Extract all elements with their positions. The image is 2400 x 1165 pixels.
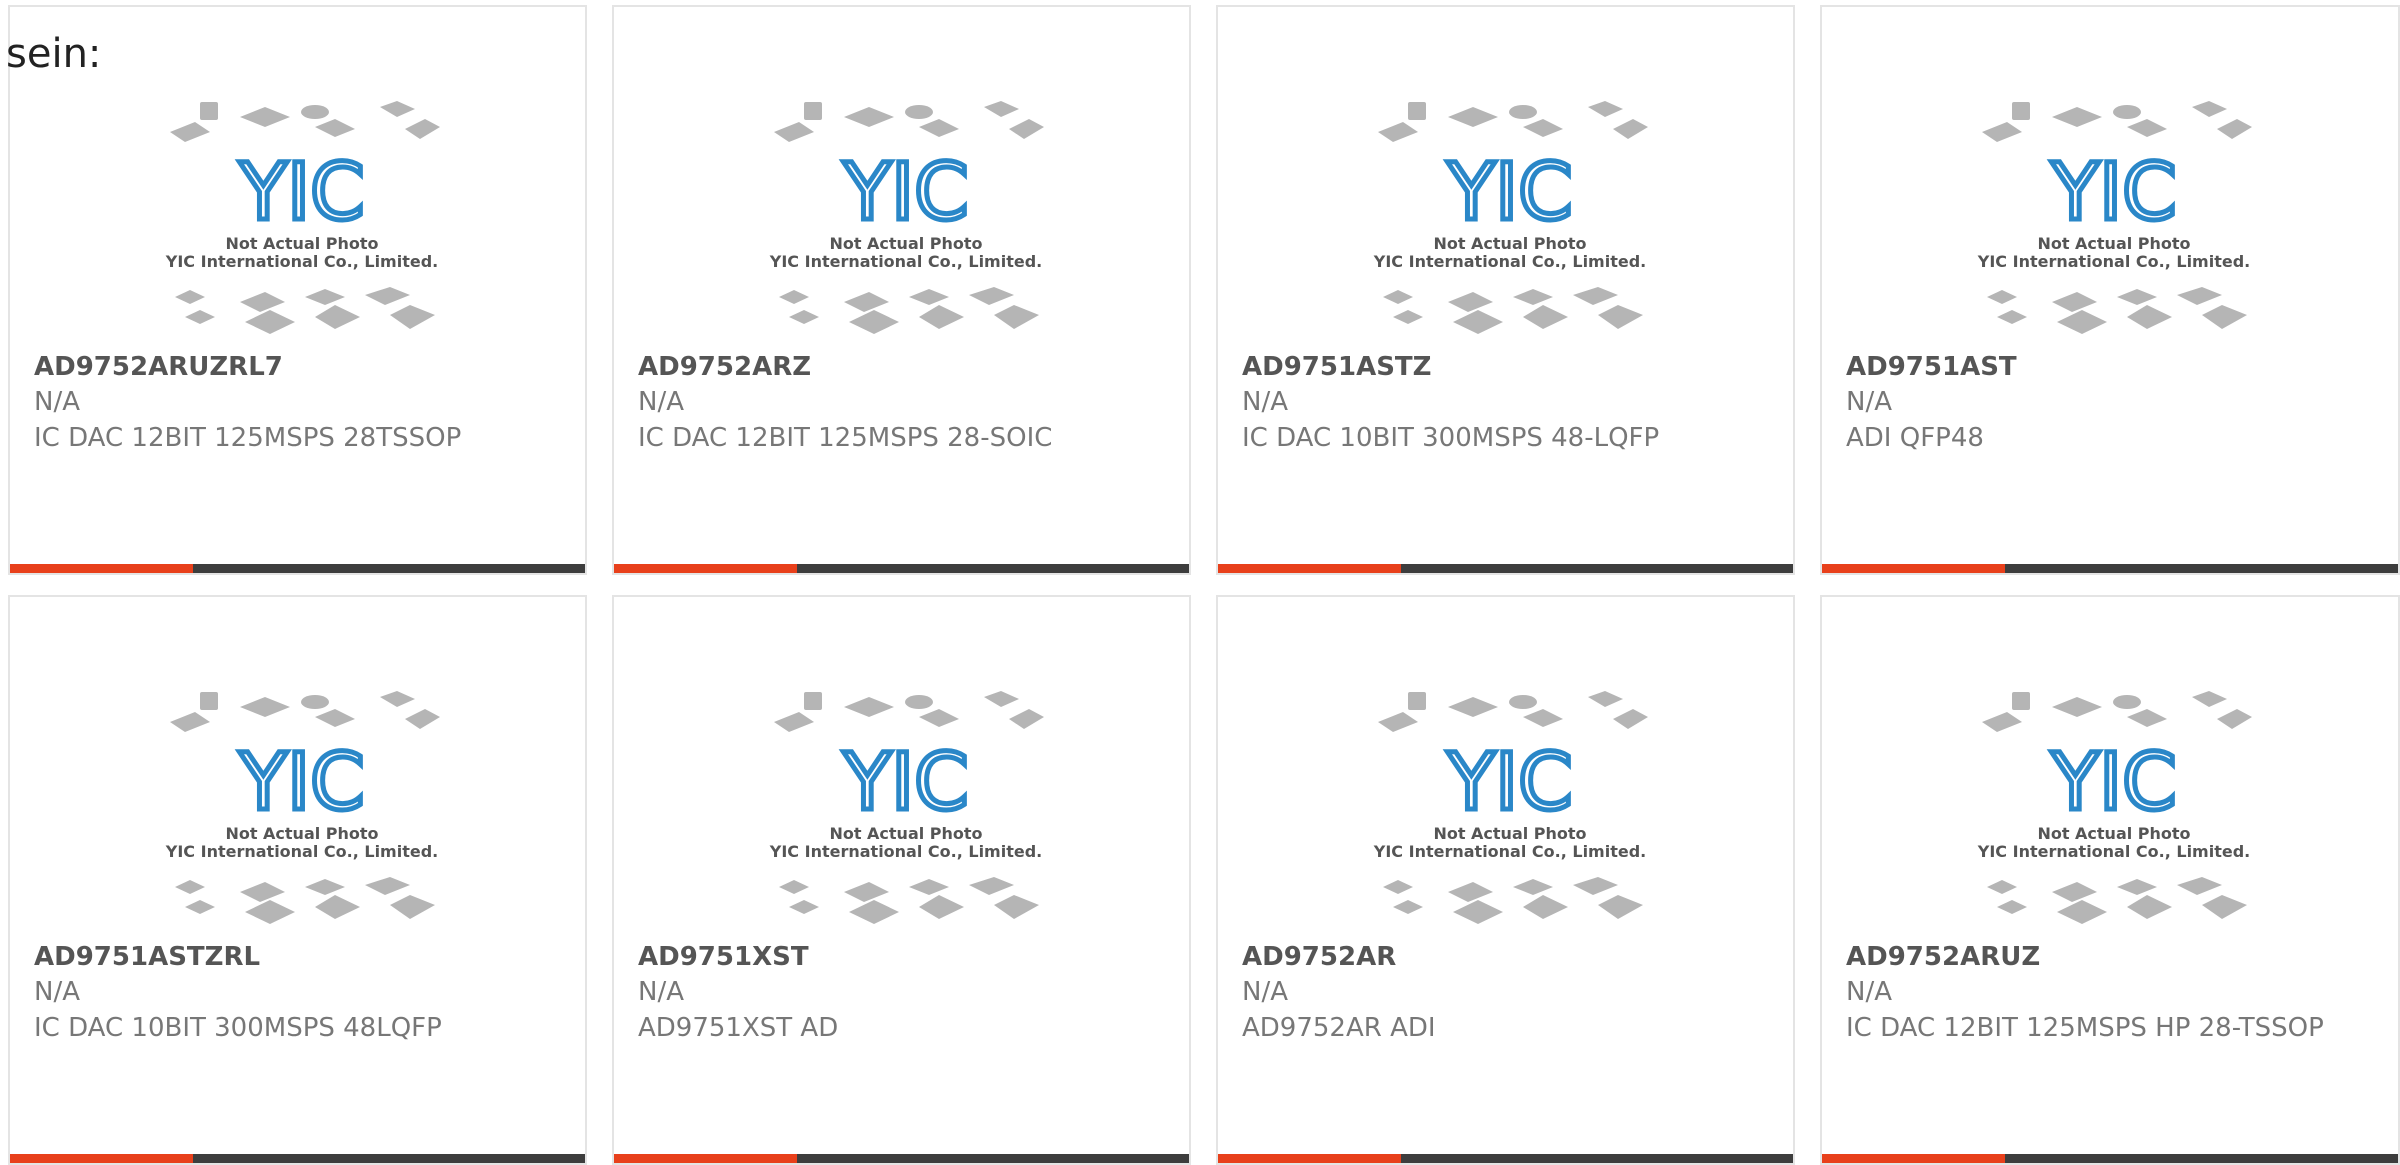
svg-text:YIC: YIC — [2050, 148, 2176, 238]
card-accent-bar — [1218, 564, 1401, 573]
placeholder-image[interactable]: YIC Not Actual Photo YIC International C… — [769, 97, 1044, 342]
manufacturer: N/A — [638, 977, 684, 1007]
part-number[interactable]: AD9752AR — [1242, 942, 1396, 972]
placeholder-image[interactable]: YIC Not Actual Photo YIC International C… — [1977, 97, 2252, 342]
product-card[interactable]: YIC Not Actual Photo YIC International C… — [1820, 595, 2400, 1165]
card-bottom-bar — [10, 1154, 585, 1163]
svg-text:YIC International Co., Limited: YIC International Co., Limited. — [1373, 252, 1646, 271]
svg-text:YIC International Co., Limited: YIC International Co., Limited. — [1373, 842, 1646, 861]
part-number[interactable]: AD9751ASTZ — [1242, 352, 1432, 382]
svg-text:Not Actual Photo: Not Actual Photo — [2037, 824, 2190, 843]
svg-text:Not Actual Photo: Not Actual Photo — [225, 824, 378, 843]
product-card[interactable]: YIC Not Actual Photo YIC International C… — [1216, 5, 1795, 575]
part-number[interactable]: AD9751AST — [1846, 352, 2017, 382]
product-grid: YIC Not Actual Photo YIC International C… — [0, 0, 2400, 1165]
svg-text:YIC: YIC — [1446, 738, 1572, 828]
card-bottom-bar — [1822, 564, 2398, 573]
product-description: IC DAC 10BIT 300MSPS 48-LQFP — [1242, 423, 1660, 453]
manufacturer: N/A — [1846, 977, 1892, 1007]
product-description: ADI QFP48 — [1846, 423, 1984, 453]
svg-text:YIC: YIC — [1446, 148, 1572, 238]
product-description: AD9752AR ADI — [1242, 1013, 1436, 1043]
card-bottom-bar — [1822, 1154, 2398, 1163]
product-card[interactable]: YIC Not Actual Photo YIC International C… — [8, 5, 587, 575]
card-accent-bar — [614, 564, 797, 573]
svg-text:YIC International Co., Limited: YIC International Co., Limited. — [165, 842, 438, 861]
product-description: IC DAC 12BIT 125MSPS 28TSSOP — [34, 423, 462, 453]
svg-text:YIC: YIC — [842, 738, 968, 828]
placeholder-image[interactable]: YIC Not Actual Photo YIC International C… — [165, 97, 440, 342]
product-description: IC DAC 12BIT 125MSPS 28-SOIC — [638, 423, 1053, 453]
svg-text:Not Actual Photo: Not Actual Photo — [829, 824, 982, 843]
manufacturer: N/A — [34, 387, 80, 417]
manufacturer: N/A — [638, 387, 684, 417]
manufacturer: N/A — [1242, 387, 1288, 417]
manufacturer: N/A — [1242, 977, 1288, 1007]
svg-text:Not Actual Photo: Not Actual Photo — [2037, 234, 2190, 253]
product-description: AD9751XST AD — [638, 1013, 839, 1043]
svg-text:YIC International Co., Limited: YIC International Co., Limited. — [769, 252, 1042, 271]
placeholder-image[interactable]: YIC Not Actual Photo YIC International C… — [1373, 97, 1648, 342]
svg-text:YIC: YIC — [2050, 738, 2176, 828]
manufacturer: N/A — [1846, 387, 1892, 417]
card-bottom-bar — [10, 564, 585, 573]
svg-text:Not Actual Photo: Not Actual Photo — [829, 234, 982, 253]
card-accent-bar — [10, 1154, 193, 1163]
svg-text:Not Actual Photo: Not Actual Photo — [225, 234, 378, 253]
svg-text:Not Actual Photo: Not Actual Photo — [1433, 234, 1586, 253]
card-accent-bar — [614, 1154, 797, 1163]
card-bottom-bar — [614, 1154, 1189, 1163]
placeholder-image[interactable]: YIC Not Actual Photo YIC International C… — [1977, 687, 2252, 932]
card-accent-bar — [1822, 564, 2005, 573]
card-accent-bar — [10, 564, 193, 573]
part-number[interactable]: AD9752ARUZRL7 — [34, 352, 283, 382]
part-number[interactable]: AD9752ARUZ — [1846, 942, 2040, 972]
product-card[interactable]: YIC Not Actual Photo YIC International C… — [612, 5, 1191, 575]
svg-text:YIC: YIC — [842, 148, 968, 238]
part-number[interactable]: AD9751ASTZRL — [34, 942, 260, 972]
card-accent-bar — [1822, 1154, 2005, 1163]
card-bottom-bar — [614, 564, 1189, 573]
card-bottom-bar — [1218, 1154, 1793, 1163]
part-number[interactable]: AD9752ARZ — [638, 352, 811, 382]
placeholder-image[interactable]: YIC Not Actual Photo YIC International C… — [165, 687, 440, 932]
svg-text:YIC International Co., Limited: YIC International Co., Limited. — [1977, 842, 2250, 861]
placeholder-image[interactable]: YIC Not Actual Photo YIC International C… — [1373, 687, 1648, 932]
svg-text:YIC International Co., Limited: YIC International Co., Limited. — [769, 842, 1042, 861]
svg-text:Not Actual Photo: Not Actual Photo — [1433, 824, 1586, 843]
section-heading-fragment: sein: — [6, 31, 102, 77]
part-number[interactable]: AD9751XST — [638, 942, 809, 972]
product-card[interactable]: YIC Not Actual Photo YIC International C… — [612, 595, 1191, 1165]
svg-text:YIC: YIC — [238, 148, 364, 238]
svg-text:YIC: YIC — [238, 738, 364, 828]
product-description: IC DAC 10BIT 300MSPS 48LQFP — [34, 1013, 442, 1043]
manufacturer: N/A — [34, 977, 80, 1007]
card-bottom-bar — [1218, 564, 1793, 573]
product-description: IC DAC 12BIT 125MSPS HP 28-TSSOP — [1846, 1013, 2324, 1043]
svg-text:YIC International Co., Limited: YIC International Co., Limited. — [165, 252, 438, 271]
svg-text:YIC International Co., Limited: YIC International Co., Limited. — [1977, 252, 2250, 271]
product-card[interactable]: YIC Not Actual Photo YIC International C… — [1216, 595, 1795, 1165]
placeholder-image[interactable]: YIC Not Actual Photo YIC International C… — [769, 687, 1044, 932]
product-card[interactable]: YIC Not Actual Photo YIC International C… — [1820, 5, 2400, 575]
product-card[interactable]: YIC Not Actual Photo YIC International C… — [8, 595, 587, 1165]
card-accent-bar — [1218, 1154, 1401, 1163]
